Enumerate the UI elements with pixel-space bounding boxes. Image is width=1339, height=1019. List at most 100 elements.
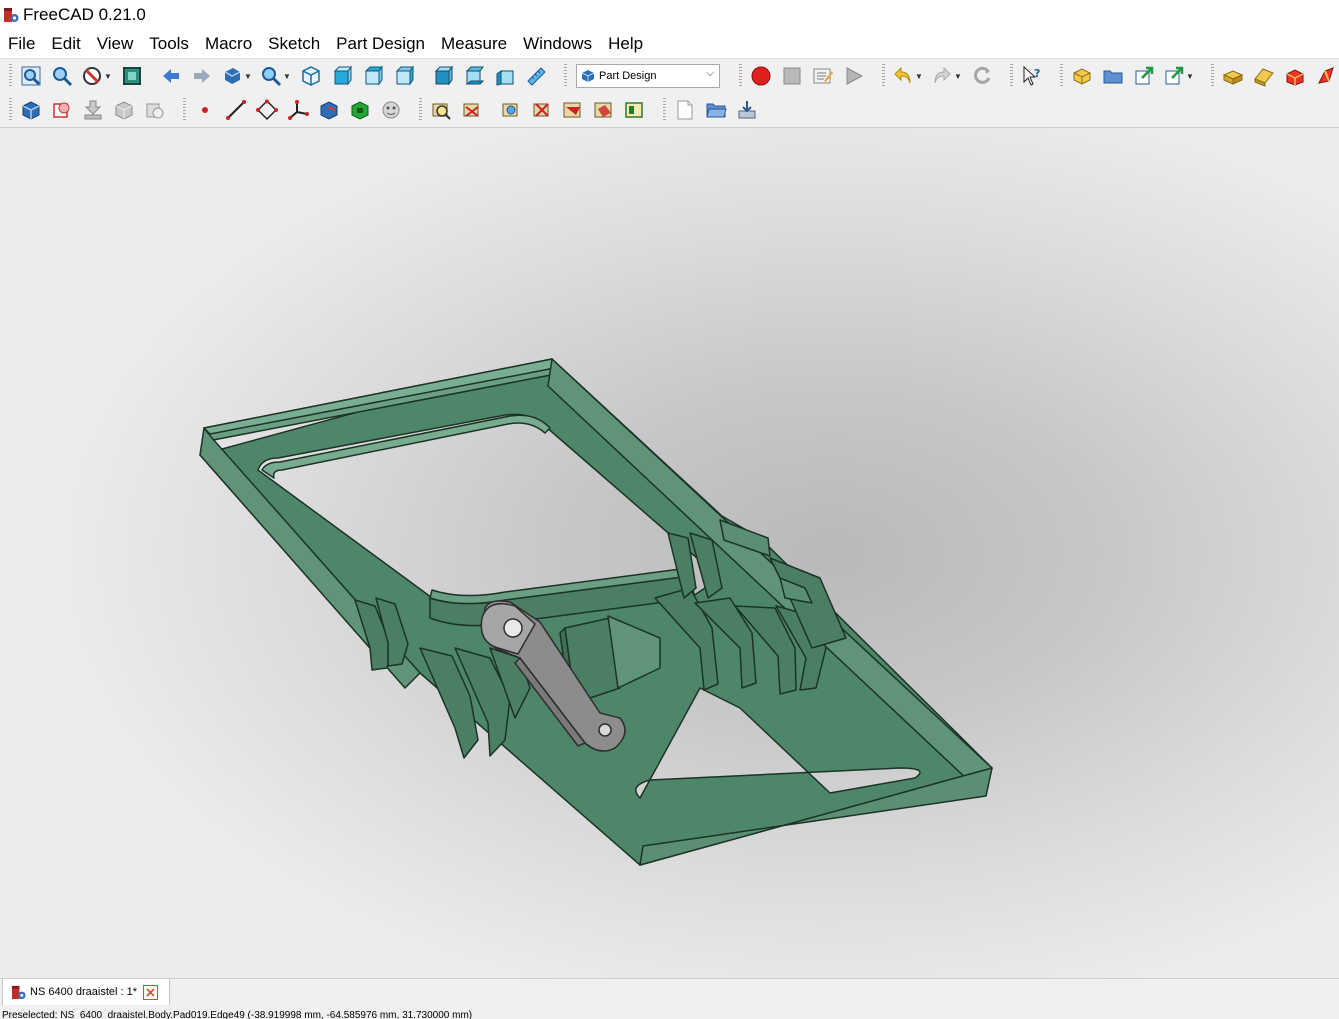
toolbar-grip[interactable] <box>419 98 422 122</box>
close-icon[interactable] <box>143 984 159 1000</box>
toolbar-row-1: ▼ ▼ ▼ Part Design ⌵ ▼ ▼ ? ▼ <box>0 58 1339 93</box>
pad-icon[interactable] <box>316 97 342 123</box>
part-revolve-icon[interactable] <box>1313 63 1339 89</box>
pocket-icon[interactable] <box>347 97 373 123</box>
top-view-icon[interactable] <box>360 63 386 89</box>
toolbar-row-2 <box>0 93 1339 128</box>
toolbar-grip[interactable] <box>9 98 12 122</box>
macro-stop-icon[interactable] <box>779 63 805 89</box>
part-design-helper-toolbar <box>0 93 174 127</box>
right-view-icon[interactable] <box>391 63 417 89</box>
sketch-reorient-icon[interactable] <box>498 97 524 123</box>
file-toolbar <box>654 93 766 127</box>
measure-distance-icon[interactable] <box>523 63 549 89</box>
link-actions-icon[interactable]: ▼ <box>1162 63 1196 89</box>
freecad-document-icon <box>11 985 26 1000</box>
part-cube-icon[interactable] <box>1282 63 1308 89</box>
toolbar-grip[interactable] <box>739 64 742 88</box>
toolbar-grip[interactable] <box>183 98 186 122</box>
make-link-icon[interactable] <box>1131 63 1157 89</box>
std-views-icon[interactable]: ▼ <box>220 63 254 89</box>
menu-sketch[interactable]: Sketch <box>260 30 328 58</box>
whats-this-icon[interactable]: ? <box>1019 63 1045 89</box>
menu-bar: File Edit View Tools Macro Sketch Part D… <box>0 30 1339 58</box>
rear-view-icon[interactable] <box>430 63 456 89</box>
draw-style-icon[interactable]: ▼ <box>80 63 114 89</box>
open-document-icon[interactable] <box>703 97 729 123</box>
sketch-edit-icon[interactable] <box>529 97 555 123</box>
menu-part-design[interactable]: Part Design <box>328 30 433 58</box>
fit-selection-icon[interactable] <box>49 63 75 89</box>
create-clone-icon[interactable] <box>49 97 75 123</box>
datum-plane-icon[interactable] <box>254 97 280 123</box>
menu-help[interactable]: Help <box>600 30 651 58</box>
body-icon[interactable] <box>18 97 44 123</box>
datum-toolbar <box>174 93 410 127</box>
part-box-icon[interactable] <box>1220 63 1246 89</box>
edit-toolbar: ▼ ▼ <box>873 59 1001 93</box>
workbench-toolbar: Part Design ⌵ <box>555 59 730 93</box>
part-toolbar <box>1202 59 1339 93</box>
menu-measure[interactable]: Measure <box>433 30 515 58</box>
save-document-icon[interactable] <box>734 97 760 123</box>
sketcher-toolbar-2 <box>491 93 654 127</box>
datum-line-icon[interactable] <box>223 97 249 123</box>
clone-icon[interactable] <box>142 97 168 123</box>
back-arrow-icon[interactable] <box>158 63 184 89</box>
3d-viewport[interactable] <box>0 128 1339 978</box>
toolbar-grip[interactable] <box>564 64 567 88</box>
menu-windows[interactable]: Windows <box>515 30 600 58</box>
toolbar-grip[interactable] <box>1060 64 1063 88</box>
sketch-merge-icon[interactable] <box>622 97 648 123</box>
zoom-icon[interactable]: ▼ <box>259 63 293 89</box>
bogie-frame-model[interactable] <box>0 128 1339 978</box>
toolbar-grip[interactable] <box>1211 64 1214 88</box>
chevron-down-icon: ⌵ <box>706 68 714 79</box>
menu-tools[interactable]: Tools <box>141 30 197 58</box>
toolbar-grip[interactable] <box>1010 64 1013 88</box>
create-group-icon[interactable] <box>1100 63 1126 89</box>
subshape-binder-icon[interactable] <box>111 97 137 123</box>
navigation-toolbar: ▼ ▼ <box>151 59 423 93</box>
menu-file[interactable]: File <box>0 30 43 58</box>
shape-binder-icon[interactable] <box>80 97 106 123</box>
sketcher-toolbar <box>410 93 491 127</box>
toolbar-grip[interactable] <box>9 64 12 88</box>
freecad-logo-icon <box>3 7 19 23</box>
left-view-icon[interactable] <box>492 63 518 89</box>
fit-all-icon[interactable] <box>18 63 44 89</box>
document-tab-label: NS 6400 draaistel : 1* <box>30 986 138 998</box>
macro-edit-icon[interactable] <box>810 63 836 89</box>
toolbar-grip[interactable] <box>663 98 666 122</box>
part-extrude-icon[interactable] <box>1251 63 1277 89</box>
new-document-icon[interactable] <box>672 97 698 123</box>
sketch-view-icon[interactable] <box>591 97 617 123</box>
view-toolbar: ▼ <box>0 59 151 93</box>
menu-macro[interactable]: Macro <box>197 30 260 58</box>
document-tab[interactable]: NS 6400 draaistel : 1* <box>2 979 170 1006</box>
fillet-icon[interactable] <box>378 97 404 123</box>
menu-view[interactable]: View <box>89 30 142 58</box>
refresh-icon[interactable] <box>969 63 995 89</box>
sketch-map-icon[interactable] <box>459 97 485 123</box>
isometric-view-icon[interactable] <box>298 63 324 89</box>
macro-record-icon[interactable] <box>748 63 774 89</box>
bottom-view-icon[interactable] <box>461 63 487 89</box>
front-view-icon[interactable] <box>329 63 355 89</box>
menu-edit[interactable]: Edit <box>43 30 88 58</box>
datum-point-icon[interactable] <box>192 97 218 123</box>
redo-icon[interactable]: ▼ <box>930 63 964 89</box>
toolbar-grip[interactable] <box>882 64 885 88</box>
sketch-validate-icon[interactable] <box>428 97 454 123</box>
create-part-icon[interactable] <box>1069 63 1095 89</box>
view-toolbar-2 <box>423 59 555 93</box>
undo-icon[interactable]: ▼ <box>891 63 925 89</box>
local-cs-icon[interactable] <box>285 97 311 123</box>
bounding-box-icon[interactable] <box>119 63 145 89</box>
part-design-workbench-icon <box>581 69 595 83</box>
workbench-selector-value: Part Design <box>599 70 657 82</box>
workbench-selector[interactable]: Part Design ⌵ <box>576 64 720 88</box>
macro-run-icon[interactable] <box>841 63 867 89</box>
forward-arrow-icon[interactable] <box>189 63 215 89</box>
sketch-close-icon[interactable] <box>560 97 586 123</box>
